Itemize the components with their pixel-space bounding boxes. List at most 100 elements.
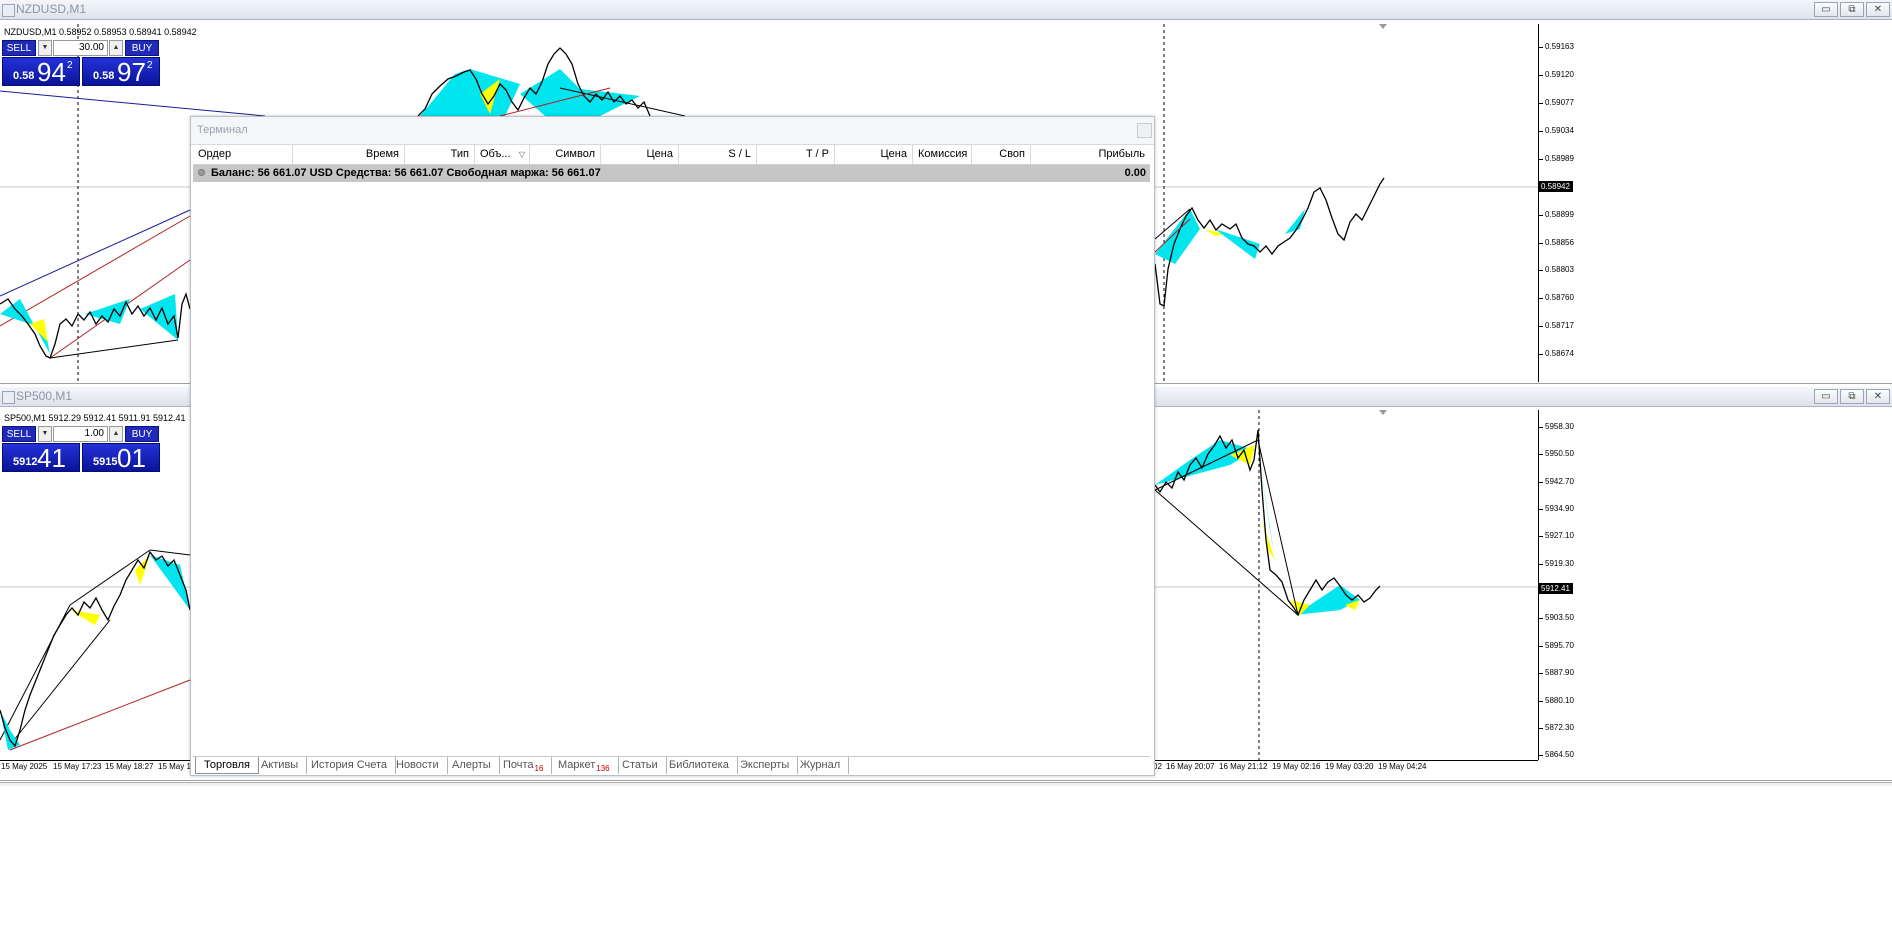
price-tick: 0.59034 [1539,126,1574,135]
trend-line [149,549,191,556]
restore-button[interactable]: ⧉ [1840,389,1864,404]
price-tick: 0.58856 [1539,238,1574,247]
sell-price-button[interactable]: 5912 41 [2,443,80,472]
minimize-button[interactable]: ▭ [1814,2,1838,17]
minimize-button[interactable]: ▭ [1814,389,1838,404]
sell-price-small: 5912 [13,456,38,468]
tab-label: Библиотека [669,759,729,771]
price-tick: 0.59163 [1539,42,1574,51]
column-header-time[interactable]: Время [293,145,405,164]
price-tick: 0.59120 [1539,70,1574,79]
price-tick: 5903.50 [1539,613,1574,622]
column-header-order[interactable]: Ордер [193,145,293,164]
time-label: 19 May 02:16 [1272,762,1321,771]
tab-news[interactable]: Новости [388,757,448,774]
volume-decrease-icon[interactable]: ▼ [38,40,52,56]
close-icon[interactable] [1137,123,1152,138]
buy-price-button[interactable]: 0.58 97 2 [82,57,160,86]
price-tick: 0.58674 [1539,349,1574,358]
tab-mailbox[interactable]: Почта16 [495,757,553,774]
sell-price-big: 94 [37,57,66,87]
pattern-fill [420,69,520,116]
price-tick: 5958.30 [1539,422,1574,431]
trend-line [9,679,191,751]
chart-title: SP500,M1 [16,389,73,403]
time-label: 15 May 17:23 [53,762,102,771]
tab-label: История Счета [311,759,388,771]
pattern-fill [0,710,20,750]
time-label: 19 May 04:24 [1378,762,1427,771]
column-header-volume[interactable]: Объ... ▽ [475,145,530,164]
tab-journal[interactable]: Журнал [792,757,850,774]
chart-titlebar[interactable]: NZDUSD,M1 ▭ ⧉ ✕ [0,0,1892,20]
column-header-price[interactable]: Цена [601,145,679,164]
price-tick: 5919.30 [1539,559,1574,568]
price-tick: 0.58803 [1539,265,1574,274]
sell-price-button[interactable]: 0.58 94 2 [2,57,80,86]
volume-decrease-icon[interactable]: ▼ [38,426,52,442]
current-price-label: 5912.41 [1538,583,1573,594]
trend-line [49,339,179,359]
time-label: 15 May 18:27 [105,762,154,771]
column-header-symbol[interactable]: Символ [530,145,601,164]
price-tick: 5887.90 [1539,668,1574,677]
column-header-type[interactable]: Тип [405,145,475,164]
close-button[interactable]: ✕ [1866,2,1890,17]
tab-library[interactable]: Библиотека [661,757,738,774]
price-tick: 5927.10 [1539,531,1574,540]
price-tick: 0.58989 [1539,154,1574,163]
terminal-window[interactable]: Терминал Ордер Время Тип Объ... ▽ Символ… [190,116,1155,776]
volume-input[interactable]: 30.00 [53,40,108,56]
volume-increase-icon[interactable]: ▲ [109,40,123,56]
tab-label: Статьи [622,759,658,771]
trend-line [9,619,111,746]
buy-price-small: 0.58 [93,70,115,82]
tab-account-history[interactable]: История Счета [303,757,397,774]
close-button[interactable]: ✕ [1866,389,1890,404]
tab-assets[interactable]: Активы [253,757,308,774]
column-header-commission[interactable]: Комиссия [913,145,972,164]
buy-button[interactable]: BUY [125,40,159,56]
sort-filter-icon[interactable]: ▽ [519,145,525,164]
tab-label: Журнал [800,759,841,771]
column-header-sl[interactable]: S / L [679,145,757,164]
tab-label: Торговля [204,759,250,771]
terminal-titlebar[interactable]: Терминал [191,117,1154,145]
sell-button[interactable]: SELL [2,40,36,56]
tab-articles[interactable]: Статьи [614,757,667,774]
tab-trade[interactable]: Торговля [195,757,259,774]
column-volume-label: Объ... [480,148,511,160]
volume-increase-icon[interactable]: ▲ [109,426,123,442]
column-header-profit[interactable]: Прибыль [1031,145,1150,164]
sell-button[interactable]: SELL [2,426,36,442]
pattern-fill [140,294,178,340]
buy-price-button[interactable]: 5915 01 [82,443,160,472]
tab-label: Алерты [452,759,491,771]
time-label: 15 May 1 [158,762,191,771]
time-label: 16 May 21:12 [1219,762,1268,771]
column-header-price-current[interactable]: Цена [835,145,913,164]
column-header-swap[interactable]: Своп [972,145,1031,164]
price-tick: 0.59077 [1539,98,1574,107]
tab-alerts[interactable]: Алерты [444,757,500,774]
volume-input[interactable]: 1.00 [53,426,108,442]
buy-price-big: 97 [117,57,146,87]
buy-button[interactable]: BUY [125,426,159,442]
shift-marker [1379,410,1387,415]
price-tick: 5895.70 [1539,641,1574,650]
price-tick: 5864.50 [1539,750,1574,759]
balance-row[interactable]: Баланс: 56 661.07 USD Средства: 56 661.0… [193,165,1150,182]
tab-market[interactable]: Маркет136 [550,757,619,774]
market-count-badge: 136 [596,764,610,773]
price-scale[interactable]: 0.59163 0.59120 0.59077 0.59034 0.58989 … [1538,24,1892,382]
time-label: 16 May 20:07 [1166,762,1215,771]
sell-price-small: 0.58 [13,70,35,82]
column-header-tp[interactable]: T / P [757,145,835,164]
symbol-ohlc-line: NZDUSD,M1 0.58952 0.58953 0.58941 0.5894… [4,27,197,37]
tab-experts[interactable]: Эксперты [732,757,799,774]
price-scale[interactable]: 5958.30 5950.50 5942.70 5934.90 5927.10 … [1538,410,1892,760]
trend-line [0,90,266,117]
restore-button[interactable]: ⧉ [1840,2,1864,17]
price-tick: 5872.30 [1539,723,1574,732]
one-click-trading-panel: SELL ▼ 1.00 ▲ BUY 5912 41 5915 01 [2,426,162,472]
